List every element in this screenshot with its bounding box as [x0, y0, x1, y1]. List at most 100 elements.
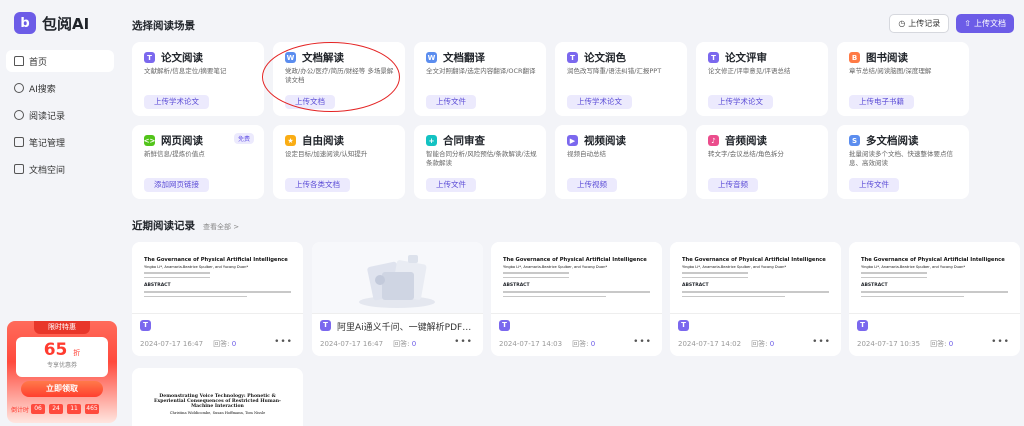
scene-desc: 全文对照翻译/选定内容翻译/OCR翻译	[426, 67, 536, 75]
scene-card-audio-reading[interactable]: ♪ 音频阅读 转文字/会议总结/角色拆分 上传音频	[696, 125, 828, 199]
upload-file-button[interactable]: 上传文件	[426, 95, 476, 109]
scene-card-paper-reading[interactable]: T 论文阅读 文献解析/信息定位/摘要笔记 上传学术论文	[132, 42, 264, 116]
word-doc-icon: W	[426, 52, 437, 63]
main-content: 选择阅读场景 ◷ 上传记录 ⇧ 上传文档 T 论文阅读 文献解析/信息定位/摘要笔…	[118, 0, 1024, 426]
view-all-link[interactable]: 查看全部 >	[203, 222, 239, 232]
doc-meta: 2024-07-17 16:47 回答: 0	[320, 340, 417, 348]
sidebar-item-notes[interactable]: 笔记管理	[6, 131, 114, 153]
scene-card-doc-translation[interactable]: W 文档翻译 全文对照翻译/选定内容翻译/OCR翻译 上传文件	[414, 42, 546, 116]
upload-paper-button[interactable]: 上传学术论文	[567, 95, 632, 109]
scene-desc: 设定目标/加速阅读/认知提升	[285, 150, 368, 158]
claim-button[interactable]: 立即领取	[21, 381, 103, 397]
logo-icon: b	[14, 12, 36, 34]
scene-desc: 论文修正/评审意见/评语总结	[708, 67, 791, 75]
document-illustration-icon	[359, 255, 435, 308]
sidebar-item-label: 笔记管理	[29, 138, 66, 149]
sidebar-item-label: 文档空间	[29, 165, 66, 176]
star-icon: ★	[285, 135, 296, 146]
promo-tag: 限时特惠	[34, 321, 90, 334]
paper-icon: T	[320, 320, 331, 331]
sidebar-item-reading-history[interactable]: 阅读记录	[6, 104, 114, 126]
scene-title: 网页阅读	[161, 135, 203, 147]
doc-thumbnail: The Governance of Physical Artificial In…	[491, 242, 662, 314]
word-doc-icon: W	[285, 52, 296, 63]
upload-ebook-button[interactable]: 上传电子书籍	[849, 95, 914, 109]
upload-history-button[interactable]: ◷ 上传记录	[889, 14, 950, 33]
upload-video-button[interactable]: 上传视频	[567, 178, 617, 192]
folder-icon	[14, 164, 24, 174]
more-options-icon[interactable]: •••	[812, 337, 831, 347]
paper-icon: T	[499, 320, 510, 331]
free-badge: 免费	[233, 133, 254, 144]
upload-paper-button[interactable]: 上传学术论文	[708, 95, 773, 109]
recent-doc-card[interactable]: The Governance of Physical Artificial In…	[849, 242, 1020, 356]
upload-file-button[interactable]: 上传文件	[426, 178, 476, 192]
more-options-icon[interactable]: •••	[633, 337, 652, 347]
scene-card-video-reading[interactable]: ▶ 视频阅读 视频自动总结 上传视频	[555, 125, 687, 199]
paper-icon: T	[140, 320, 151, 331]
scene-title: 合同审查	[443, 135, 485, 147]
recent-doc-card[interactable]: The Governance of Physical Artificial In…	[132, 242, 303, 356]
more-options-icon[interactable]: •••	[454, 337, 473, 347]
promo-discount: 65 折	[43, 340, 81, 360]
add-web-link-button[interactable]: 添加网页链接	[144, 178, 209, 192]
clock-icon	[14, 110, 24, 120]
scene-card-multi-doc-reading[interactable]: S 多文档阅读 批量阅读多个文档、快速整体要点信息、高效阅读 上传文件	[837, 125, 969, 199]
home-icon	[14, 56, 24, 66]
video-icon: ▶	[567, 135, 578, 146]
upload-audio-button[interactable]: 上传音频	[708, 178, 758, 192]
recent-doc-card[interactable]: The Governance of Physical Artificial In…	[670, 242, 841, 356]
scene-title: 多文档阅读	[866, 135, 919, 147]
scene-title: 论文润色	[584, 52, 626, 64]
paper-icon: T	[708, 52, 719, 63]
paper-icon: T	[144, 52, 155, 63]
paper-icon: T	[857, 320, 868, 331]
paper-icon: T	[678, 320, 689, 331]
upload-paper-button[interactable]: 上传学术论文	[144, 95, 209, 109]
sidebar-item-home[interactable]: 首页	[6, 50, 114, 72]
scene-card-paper-polish[interactable]: T 论文润色 润色改写降重/语法纠错/汇报PPT 上传学术论文	[555, 42, 687, 116]
doc-meta: 2024-07-17 10:35 回答: 0	[857, 340, 954, 348]
code-icon: <>	[143, 135, 156, 146]
upload-document-button[interactable]: ⇧ 上传文档	[956, 14, 1014, 33]
upload-document-card-button[interactable]: 上传文档	[285, 95, 335, 109]
recent-header: 近期阅读记录 查看全部 >	[132, 218, 239, 233]
sidebar-item-ai-search[interactable]: AI搜索	[6, 77, 114, 99]
doc-thumbnail: The Governance of Physical Artificial In…	[670, 242, 841, 314]
promo-banner[interactable]: 限时特惠 65 折 专享优惠券 立即领取 倒计时 06 24 11 465	[7, 321, 117, 423]
sidebar: b 包阅AI 首页 AI搜索 阅读记录 笔记管理 文档空间 限时特惠 65 折 …	[0, 0, 122, 426]
music-icon: ♪	[708, 135, 719, 146]
scene-title: 自由阅读	[302, 135, 344, 147]
notes-icon	[14, 137, 24, 147]
doc-thumbnail	[312, 242, 483, 314]
scene-card-free-reading[interactable]: ★ 自由阅读 设定目标/加速阅读/认知提升 上传各类文档	[273, 125, 405, 199]
recent-doc-card[interactable]: T 阿里Ai通义千问、一键解析PDF… 2024-07-17 16:47 回答: …	[312, 242, 483, 356]
recent-doc-card[interactable]: The Governance of Physical Artificial In…	[491, 242, 662, 356]
upload-any-document-button[interactable]: 上传各类文档	[285, 178, 350, 192]
scene-card-web-reading[interactable]: <> 网页阅读 免费 新鲜信息/提炼价值点 添加网页链接	[132, 125, 264, 199]
ai-search-icon	[14, 83, 24, 93]
scene-card-paper-review[interactable]: T 论文评审 论文修正/评审意见/评语总结 上传学术论文	[696, 42, 828, 116]
scene-title: 论文评审	[725, 52, 767, 64]
sidebar-item-label: AI搜索	[29, 84, 56, 95]
scene-card-contract-review[interactable]: + 合同审查 智能合同分析/风险预估/条款解读/法规条款解读 上传文件	[414, 125, 546, 199]
scene-title: 音频阅读	[725, 135, 767, 147]
scene-desc: 新鲜信息/提炼价值点	[144, 150, 205, 158]
doc-meta: 2024-07-17 14:02 回答: 0	[678, 340, 775, 348]
countdown-hours: 24	[49, 404, 64, 414]
scene-card-book-reading[interactable]: B 图书阅读 章节总结/阅读脑图/深度理解 上传电子书籍	[837, 42, 969, 116]
scene-desc: 润色改写降重/语法纠错/汇报PPT	[567, 67, 662, 75]
brand[interactable]: b 包阅AI	[14, 12, 89, 34]
paper-icon: T	[567, 52, 578, 63]
more-options-icon[interactable]: •••	[991, 337, 1010, 347]
sidebar-item-label: 首页	[29, 57, 48, 68]
recent-doc-card[interactable]: Demonstrating Voice Technology: Phonetic…	[132, 368, 303, 426]
upload-file-button[interactable]: 上传文件	[849, 178, 899, 192]
scene-card-doc-interpretation[interactable]: W 文档解读 党政/办公/医疗/简历/财经等 多场景解读文档 上传文档	[273, 42, 405, 116]
scene-desc: 智能合同分析/风险预估/条款解读/法规条款解读	[426, 150, 537, 167]
scene-desc: 章节总结/阅读脑图/深度理解	[849, 67, 932, 75]
more-options-icon[interactable]: •••	[274, 337, 293, 347]
scene-desc: 转文字/会议总结/角色拆分	[708, 150, 784, 158]
sidebar-item-doc-space[interactable]: 文档空间	[6, 158, 114, 180]
countdown-ms: 465	[85, 404, 100, 414]
